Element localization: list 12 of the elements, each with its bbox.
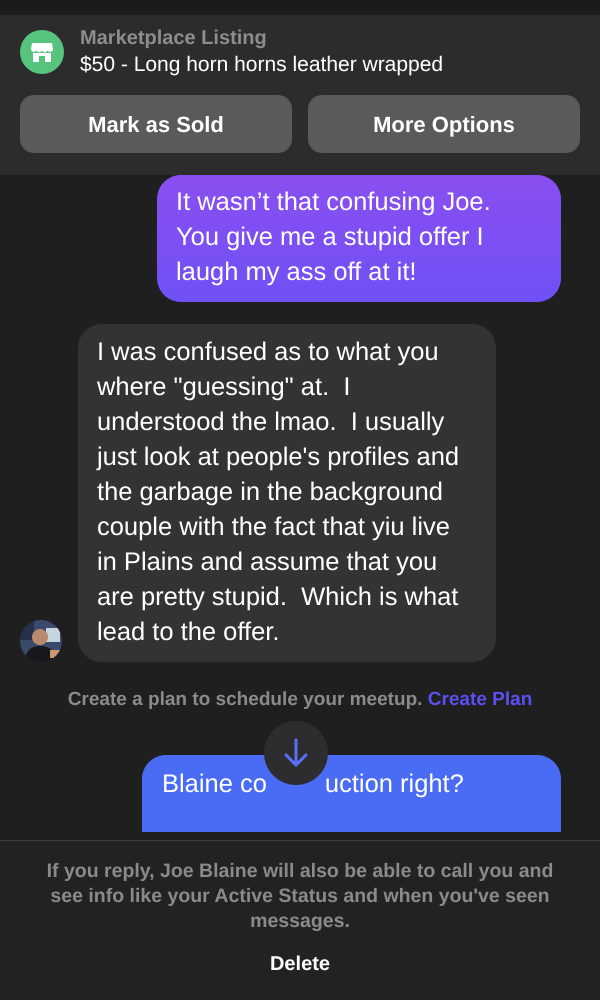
plan-prompt: Create a plan to schedule your meetup. Create Plan (66, 688, 534, 712)
action-button[interactable]: Mark as Sold (20, 95, 292, 153)
listing-label: Marketplace Listing (80, 26, 268, 51)
arrow-down-icon (282, 736, 310, 768)
action-button[interactable]: More Options (308, 95, 580, 153)
message-bubble: I was confused as to what you where "guessing" at. I understood the lmao. I usually just look at people's profiles and the garbage in the background couple with the fact that yiu live in Plains and assume that you are pretty stupid. Which is what lead to the offer. (78, 324, 496, 662)
listing-title: $50 - Long horn horns leather wrapped (80, 52, 444, 78)
message-bubble: It wasn’t that confusing Joe. You give me a stupid offer I laugh my ass off at it! (157, 175, 561, 302)
message-bubble: Blaine co uction right? (142, 754, 561, 832)
store-icon (20, 30, 64, 74)
delete-button[interactable]: Delete (264, 948, 336, 980)
reply-notice: If you reply, Joe Blaine will also be able to call you and see info like your Active Status and when you've seen messages. (46, 859, 554, 934)
